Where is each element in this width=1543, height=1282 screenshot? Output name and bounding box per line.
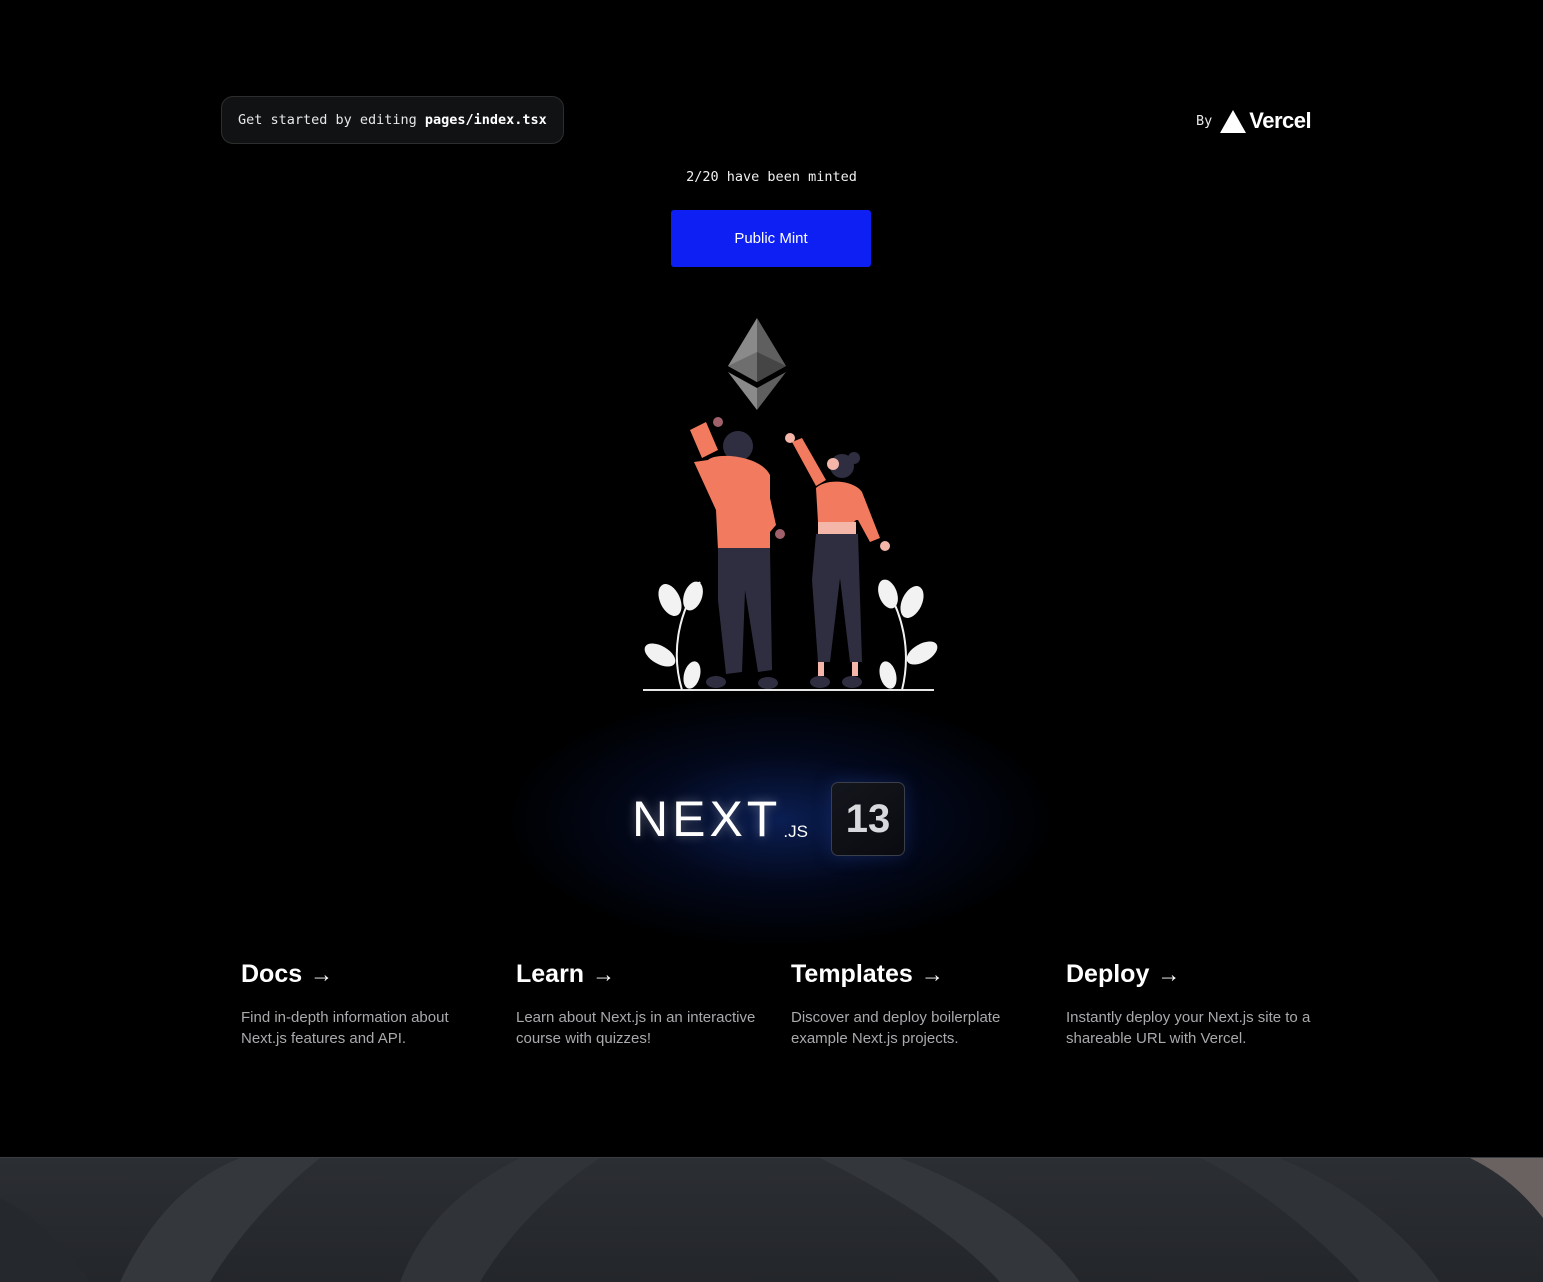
arrow-right-icon: → [310, 961, 334, 987]
desktop-wallpaper [0, 1158, 1543, 1282]
card-learn[interactable]: Learn → Learn about Next.js in an intera… [516, 960, 791, 1049]
man-figure [690, 417, 785, 689]
version-number: 13 [845, 796, 891, 841]
arrow-right-icon: → [1157, 961, 1181, 987]
card-title-text: Templates [791, 960, 913, 988]
card-docs[interactable]: Docs → Find in-depth information about N… [241, 960, 516, 1049]
hint-text: Get started by editing [238, 112, 417, 128]
celebration-illustration [643, 318, 938, 691]
card-title: Learn → [516, 960, 771, 989]
card-title-text: Deploy [1066, 960, 1150, 988]
browser-viewport: Get started by editing pages/index.tsx B… [0, 0, 1543, 1158]
nextjs-wordmark: NEXT [632, 791, 782, 847]
card-templates[interactable]: Templates → Discover and deploy boilerpl… [791, 960, 1066, 1049]
arrow-right-icon: → [592, 961, 616, 987]
arrow-right-icon: → [920, 961, 944, 987]
card-description: Find in-depth information about Next.js … [241, 1009, 449, 1047]
by-vercel-link[interactable]: By Vercel [1196, 106, 1312, 136]
resource-cards: Docs → Find in-depth information about N… [241, 960, 1341, 1049]
vercel-triangle-icon [1220, 109, 1247, 133]
hint-file-path: pages/index.tsx [424, 112, 547, 128]
left-plant-icon [644, 581, 703, 691]
by-label: By [1196, 113, 1213, 129]
card-deploy[interactable]: Deploy → Instantly deploy your Next.js s… [1066, 960, 1341, 1049]
nextjs-suffix: .JS [783, 822, 808, 841]
version-badge: 13 [831, 782, 905, 856]
minted-count: 2/20 have been minted [686, 169, 857, 185]
wallpaper-shapes [0, 1158, 1543, 1282]
card-title: Deploy → [1066, 960, 1321, 989]
vercel-wordmark: Vercel [1249, 108, 1312, 133]
get-started-hint: Get started by editing pages/index.tsx [221, 96, 564, 144]
card-title-text: Learn [516, 960, 585, 988]
right-plant-icon [878, 579, 938, 691]
nextjs-logo: NEXT .JS [632, 791, 808, 847]
woman-figure [785, 433, 890, 688]
public-mint-button[interactable]: Public Mint [671, 210, 871, 267]
card-description: Discover and deploy boilerplate example … [791, 1009, 1001, 1047]
card-title: Templates → [791, 960, 1046, 989]
card-title: Docs → [241, 960, 496, 989]
ethereum-icon [728, 318, 786, 410]
card-title-text: Docs [241, 960, 303, 988]
vercel-logo: Vercel [1220, 108, 1312, 134]
card-description: Learn about Next.js in an interactive co… [516, 1009, 756, 1047]
card-description: Instantly deploy your Next.js site to a … [1066, 1009, 1311, 1047]
